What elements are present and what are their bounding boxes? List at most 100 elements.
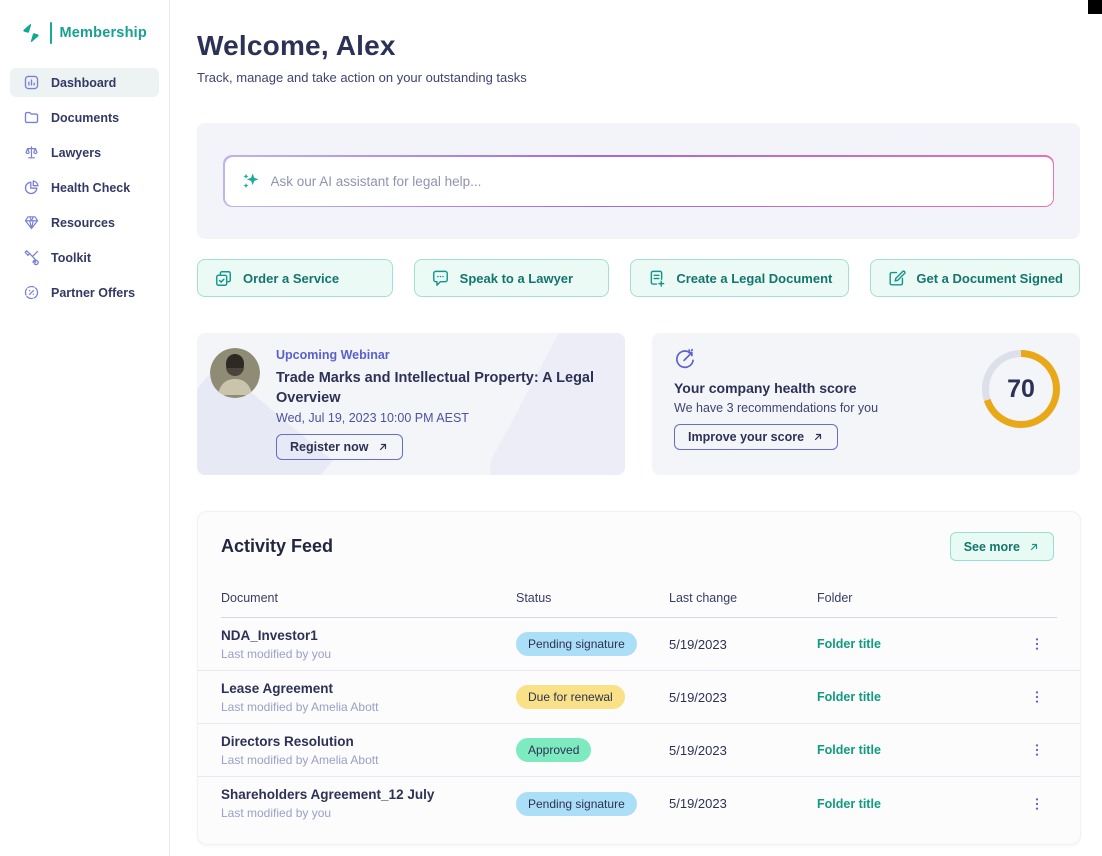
pie-chart-icon: [23, 179, 40, 196]
webinar-body: Upcoming Webinar Trade Marks and Intelle…: [276, 348, 606, 460]
document-title: Shareholders Agreement_12 July: [221, 787, 516, 802]
table-row: Directors Resolution Last modified by Am…: [198, 724, 1080, 777]
create-legal-document-button[interactable]: Create a Legal Document: [630, 259, 849, 297]
ai-input-wrapper: [225, 157, 1053, 206]
column-header-document: Document: [221, 591, 516, 605]
webinar-eyebrow: Upcoming Webinar: [276, 348, 606, 362]
quick-action-label: Get a Document Signed: [916, 271, 1063, 286]
sidebar-item-documents[interactable]: Documents: [10, 103, 159, 132]
order-service-button[interactable]: Order a Service: [197, 259, 393, 297]
sidebar-item-health-check[interactable]: Health Check: [10, 173, 159, 202]
register-now-label: Register now: [290, 440, 369, 454]
last-change-date: 5/19/2023: [669, 796, 817, 811]
sidebar-item-label: Lawyers: [51, 146, 101, 160]
sidebar-item-label: Resources: [51, 216, 115, 230]
improve-score-label: Improve your score: [688, 430, 804, 444]
see-more-label: See more: [964, 540, 1020, 554]
ai-assistant-input[interactable]: [225, 157, 1053, 206]
webinar-title: Trade Marks and Intellectual Property: A…: [276, 368, 606, 408]
main-content: Welcome, Alex Track, manage and take act…: [170, 0, 1102, 856]
status-badge: Pending signature: [516, 632, 637, 656]
document-plus-icon: [647, 269, 666, 288]
kebab-menu-icon[interactable]: [1028, 795, 1046, 813]
chat-bubble-icon: [431, 269, 450, 288]
folder-icon: [23, 109, 40, 126]
activity-feed-header: Activity Feed See more: [198, 532, 1080, 561]
kebab-menu-icon[interactable]: [1028, 688, 1046, 706]
document-modified: Last modified by Amelia Abott: [221, 753, 516, 767]
activity-feed-title: Activity Feed: [221, 536, 333, 557]
folder-link[interactable]: Folder title: [817, 743, 1028, 757]
health-score-ring: 70: [982, 350, 1060, 428]
ai-input-gradient-border: [223, 155, 1054, 207]
improve-score-button[interactable]: Improve your score: [674, 424, 838, 450]
sidebar-nav: Dashboard Documents Lawyers Health Check: [0, 68, 169, 307]
document-title: Lease Agreement: [221, 681, 516, 696]
sidebar-item-lawyers[interactable]: Lawyers: [10, 138, 159, 167]
activity-feed-card: Activity Feed See more Document Status L…: [197, 511, 1081, 845]
gem-icon: [23, 214, 40, 231]
status-badge: Due for renewal: [516, 685, 625, 709]
last-change-date: 5/19/2023: [669, 690, 817, 705]
register-now-button[interactable]: Register now: [276, 434, 403, 460]
page-title: Welcome, Alex: [197, 30, 1080, 62]
dashboard-page: Membership Dashboard Documents Lawyers: [0, 0, 1102, 856]
sidebar-item-dashboard[interactable]: Dashboard: [10, 68, 159, 97]
table-row: Shareholders Agreement_12 July Last modi…: [198, 777, 1080, 830]
quick-actions-row: Order a Service Speak to a Lawyer Create…: [197, 259, 1080, 297]
column-header-status: Status: [516, 591, 669, 605]
ai-sparkle-icon: [241, 171, 261, 191]
sidebar-item-label: Partner Offers: [51, 286, 135, 300]
bar-chart-icon: [23, 74, 40, 91]
arrow-up-right-icon: [812, 431, 824, 443]
health-score-ring-inner: 70: [989, 357, 1053, 421]
last-change-date: 5/19/2023: [669, 637, 817, 652]
sidebar-item-resources[interactable]: Resources: [10, 208, 159, 237]
quick-action-label: Order a Service: [243, 271, 339, 286]
status-badge: Approved: [516, 738, 591, 762]
kebab-menu-icon[interactable]: [1028, 635, 1046, 653]
sidebar-item-partner-offers[interactable]: Partner Offers: [10, 278, 159, 307]
folder-link[interactable]: Folder title: [817, 797, 1028, 811]
ai-assistant-panel: [197, 123, 1080, 239]
arrow-up-right-icon: [1028, 541, 1040, 553]
document-modified: Last modified by Amelia Abott: [221, 700, 516, 714]
table-row: Lease Agreement Last modified by Amelia …: [198, 671, 1080, 724]
app-logo[interactable]: Membership: [0, 22, 169, 44]
see-more-button[interactable]: See more: [950, 532, 1054, 561]
document-modified: Last modified by you: [221, 647, 516, 661]
logo-divider: [50, 22, 52, 44]
document-title: Directors Resolution: [221, 734, 516, 749]
quick-action-label: Speak to a Lawyer: [460, 271, 573, 286]
tools-icon: [23, 249, 40, 266]
folder-link[interactable]: Folder title: [817, 690, 1028, 704]
column-header-folder: Folder: [817, 591, 1028, 605]
kebab-menu-icon[interactable]: [1028, 741, 1046, 759]
health-score-card: Your company health score We have 3 reco…: [652, 333, 1080, 475]
folder-link[interactable]: Folder title: [817, 637, 1028, 651]
document-modified: Last modified by you: [221, 806, 516, 820]
scales-icon: [23, 144, 40, 161]
table-header-row: Document Status Last change Folder: [198, 591, 1080, 605]
sidebar-item-label: Toolkit: [51, 251, 91, 265]
page-subtitle: Track, manage and take action on your ou…: [197, 70, 1080, 85]
sidebar-item-label: Dashboard: [51, 76, 116, 90]
speedometer-icon: [674, 348, 696, 370]
webinar-card: Upcoming Webinar Trade Marks and Intelle…: [197, 333, 625, 475]
logo-wordmark: Membership: [60, 25, 147, 41]
sidebar-item-toolkit[interactable]: Toolkit: [10, 243, 159, 272]
webinar-speaker-avatar: [210, 348, 260, 398]
sidebar-item-label: Documents: [51, 111, 119, 125]
webinar-datetime: Wed, Jul 19, 2023 10:00 PM AEST: [276, 411, 606, 425]
sidebar-item-label: Health Check: [51, 181, 130, 195]
get-document-signed-button[interactable]: Get a Document Signed: [870, 259, 1080, 297]
info-cards-row: Upcoming Webinar Trade Marks and Intelle…: [197, 333, 1080, 475]
document-title: NDA_Investor1: [221, 628, 516, 643]
speak-to-lawyer-button[interactable]: Speak to a Lawyer: [414, 259, 610, 297]
quick-action-label: Create a Legal Document: [676, 271, 832, 286]
percent-icon: [23, 284, 40, 301]
health-score-value: 70: [1007, 375, 1035, 404]
status-badge: Pending signature: [516, 792, 637, 816]
membership-logo-icon: [20, 22, 42, 44]
signature-pen-icon: [887, 269, 906, 288]
